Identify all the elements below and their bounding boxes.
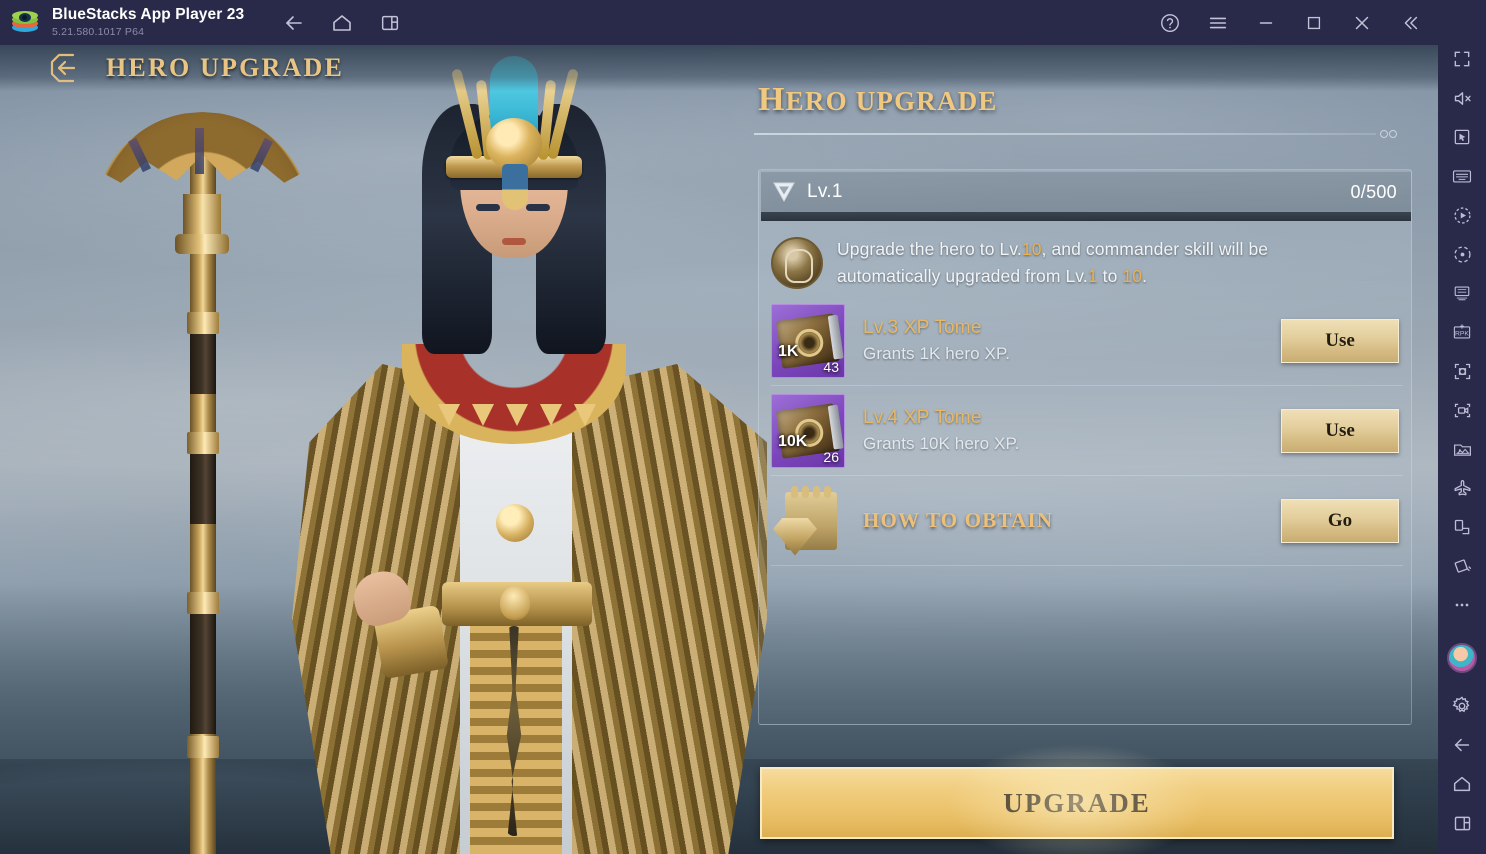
item-amount: 10K [778, 432, 808, 450]
keyboard-icon[interactable] [1445, 159, 1479, 193]
hero-level-bar: Lv.1 0/500 [761, 172, 1411, 212]
chest-medallion [496, 504, 534, 542]
video-record-icon[interactable] [1445, 393, 1479, 427]
panel-title-initial: H [758, 81, 786, 118]
titlebar: BlueStacks App Player 23 5.21.580.1017 P… [0, 0, 1438, 45]
maximize-icon[interactable] [1300, 9, 1328, 37]
hero-level-label: Lv.1 [807, 181, 843, 202]
sun-disk-icon [486, 118, 542, 170]
commander-skill-tip-text: Upgrade the hero to Lv.10, and commander… [837, 236, 1268, 290]
item-text-block: Lv.4 XP Tome Grants 10K hero XP. [863, 407, 1020, 454]
item-name: Lv.3 XP Tome [863, 317, 982, 338]
titlebar-nav-group [280, 9, 404, 37]
eye-right [526, 204, 550, 211]
back-icon[interactable] [1445, 728, 1479, 762]
gem-icon [773, 182, 795, 203]
screenshot-icon[interactable] [1445, 354, 1479, 388]
commander-skill-tip: Upgrade the hero to Lv.10, and commander… [771, 232, 1403, 294]
item-name: Lv.4 XP Tome [863, 407, 982, 428]
use-button[interactable]: Use [1281, 318, 1399, 363]
gear-icon[interactable] [1445, 689, 1479, 723]
item-count: 26 [823, 448, 839, 465]
cursor-icon[interactable] [1445, 120, 1479, 154]
home-icon[interactable] [1445, 767, 1479, 801]
bluestacks-logo-icon [10, 8, 40, 38]
scarab-icon [500, 586, 530, 620]
menu-icon[interactable] [1204, 9, 1232, 37]
app-name: BlueStacks App Player 23 [52, 6, 245, 24]
staff-head-icon [95, 112, 310, 254]
uraeus-icon [502, 164, 528, 210]
lips [502, 238, 526, 245]
item-description: Grants 10K hero XP. [863, 434, 1020, 453]
help-icon[interactable] [1156, 9, 1184, 37]
close-icon[interactable] [1348, 9, 1376, 37]
how-to-obtain-label: HOW TO OBTAIN [863, 508, 1054, 532]
app-title-block: BlueStacks App Player 23 5.21.580.1017 P… [52, 6, 245, 38]
item-amount: 1K [778, 342, 799, 360]
use-button[interactable]: Use [1281, 408, 1399, 453]
bluestacks-sidebar: RPK [1438, 0, 1486, 854]
tip-line1-a: Upgrade the hero to Lv. [837, 238, 1022, 259]
xp-tome-icon[interactable]: 10K 26 [771, 393, 845, 468]
back-icon[interactable] [280, 9, 308, 37]
back-arrow-icon[interactable] [42, 45, 88, 91]
app-version: 5.21.580.1017 P64 [52, 25, 145, 38]
panel-title: HERO UPGRADE [740, 81, 1412, 119]
tilt-icon[interactable] [1445, 549, 1479, 583]
collapse-sidebar-icon[interactable] [1396, 9, 1424, 37]
hero-xp-progress: 0/500 [1350, 181, 1397, 202]
window-controls [1156, 0, 1438, 45]
tip-line2-e: . [1142, 266, 1148, 286]
multi-instance-manager-icon[interactable] [1445, 276, 1479, 310]
panel-title-rest: ERO UPGRADE [785, 86, 998, 116]
item-row: 1K 43 Lv.3 XP Tome Grants 1K hero XP. Us… [771, 296, 1403, 386]
item-description: Grants 1K hero XP. [863, 344, 1011, 363]
panel-body: Lv.1 0/500 Upgrade the hero to Lv.10, an… [758, 169, 1412, 725]
airplane-icon[interactable] [1445, 471, 1479, 505]
avatar[interactable] [1447, 643, 1477, 673]
rpk-install-icon[interactable]: RPK [1445, 315, 1479, 349]
hero-upgrade-panel: HERO UPGRADE Lv.1 0/500 Upgrade the hero… [740, 81, 1412, 771]
eco-mode-icon[interactable] [1445, 237, 1479, 271]
tip-line1-level: 10 [1021, 238, 1042, 259]
minimize-icon[interactable] [1252, 9, 1280, 37]
game-viewport[interactable]: HERO UPGRADE HERO UPGRADE Lv.1 0/500 Upg… [0, 45, 1438, 854]
multi-instance-icon[interactable] [376, 9, 404, 37]
home-icon[interactable] [328, 9, 356, 37]
app-root: BlueStacks App Player 23 5.21.580.1017 P… [0, 0, 1486, 854]
eye-left [476, 204, 500, 211]
hero-xp-bar [761, 212, 1411, 221]
commander-medal-icon [771, 237, 823, 289]
tip-line2-to: 10 [1122, 266, 1143, 286]
more-icon[interactable] [1445, 588, 1479, 622]
page-title: HERO UPGRADE [106, 53, 345, 82]
how-to-obtain-icon [771, 484, 845, 558]
fullscreen-icon[interactable] [1445, 42, 1479, 76]
item-text-block: Lv.3 XP Tome Grants 1K hero XP. [863, 317, 1010, 364]
rotate-screen-icon[interactable] [1445, 510, 1479, 544]
svg-text:RPK: RPK [1455, 330, 1469, 337]
media-manager-icon[interactable] [1445, 432, 1479, 466]
mute-icon[interactable] [1445, 81, 1479, 115]
go-button[interactable]: Go [1281, 498, 1399, 543]
hero-figure [292, 56, 767, 854]
hero-artwork [60, 56, 780, 854]
macro-play-icon[interactable] [1445, 198, 1479, 232]
xp-tome-icon[interactable]: 1K 43 [771, 303, 845, 378]
tip-line2-from: 1 [1087, 266, 1098, 286]
upgrade-button[interactable]: UPGRADE [760, 767, 1394, 839]
tip-line2-a: automatically upgraded from Lv. [837, 266, 1088, 286]
tip-line2-c: to [1097, 266, 1123, 286]
how-to-obtain-row: HOW TO OBTAIN Go [771, 476, 1403, 566]
item-count: 43 [823, 358, 839, 375]
title-divider [754, 129, 1398, 139]
recents-icon[interactable] [1445, 806, 1479, 840]
item-row: 10K 26 Lv.4 XP Tome Grants 10K hero XP. … [771, 386, 1403, 476]
tip-line1-c: , and commander skill will be [1041, 238, 1269, 259]
